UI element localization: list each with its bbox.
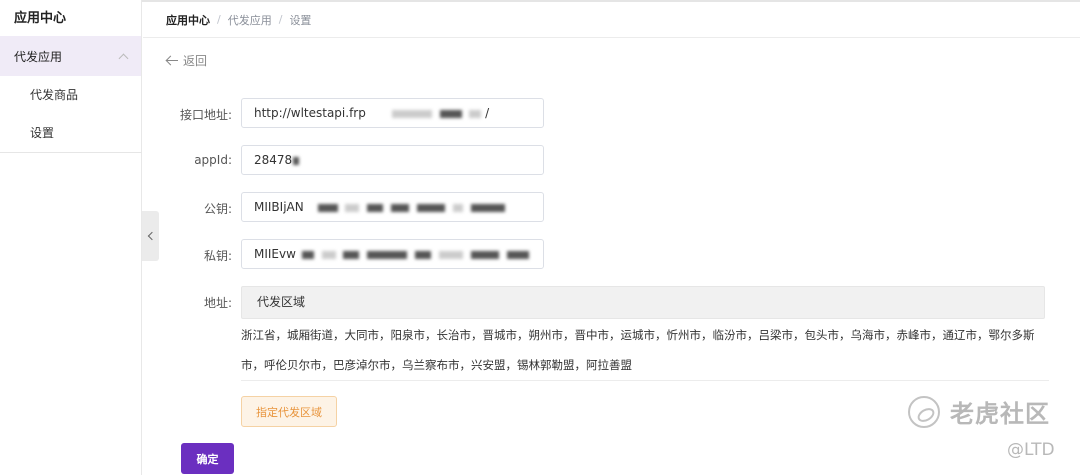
chevron-left-icon (147, 231, 157, 241)
redaction-blur (343, 250, 360, 259)
arrow-left-icon (166, 56, 179, 66)
sidebar: 应用中心 代发应用 代发商品 设置 (0, 0, 142, 475)
assign-region-button[interactable]: 指定代发区域 (241, 396, 337, 427)
sidebar-divider (0, 152, 142, 153)
region-list: 浙江省，城厢街道，大同市，阳泉市，长治市，晋城市，朔州市，晋中市，运城市，忻州市… (241, 328, 1035, 372)
address-label: 地址: (203, 296, 232, 310)
watermark-sub: @LTD (1007, 440, 1055, 460)
redaction-blur (391, 109, 432, 118)
redaction-blur (452, 203, 463, 212)
redaction-blur (438, 250, 463, 259)
public-key-input[interactable]: MIIBIjAN (241, 192, 544, 222)
redaction-blur (469, 109, 482, 118)
app-id-value: 28478 (254, 153, 293, 167)
redaction-blur (470, 250, 499, 259)
redaction-blur (293, 156, 300, 165)
redaction-blur (415, 250, 432, 259)
private-key-label: 私钥: (203, 249, 232, 263)
sidebar-group-label: 代发应用 (14, 49, 63, 64)
breadcrumb-item-daifa[interactable]: 代发应用 (228, 12, 272, 28)
redaction-blur (367, 203, 384, 212)
api-url-label: 接口地址: (179, 108, 232, 122)
redaction-blur (506, 250, 529, 259)
tiger-logo-icon (908, 395, 940, 428)
sidebar-item-products[interactable]: 代发商品 (0, 76, 141, 114)
sidebar-item-settings[interactable]: 设置 (0, 114, 141, 152)
public-key-label: 公钥: (203, 202, 232, 216)
public-key-value: MIIBIjAN (254, 200, 304, 214)
breadcrumb-root[interactable]: 应用中心 (166, 12, 210, 28)
breadcrumb-separator: / (217, 13, 221, 26)
breadcrumb-item-settings: 设置 (289, 13, 312, 27)
redaction-blur (321, 250, 336, 259)
api-url-input[interactable]: http://wltestapi.frp / (241, 98, 544, 128)
sidebar-title: 应用中心 (14, 11, 67, 26)
breadcrumb: 应用中心 / 代发应用 / 设置 (143, 2, 1080, 38)
redaction-blur (391, 203, 410, 212)
app-id-input[interactable]: 28478 (241, 145, 544, 175)
private-key-input[interactable]: MIIEvw (241, 239, 544, 269)
redaction-blur (470, 203, 505, 212)
redaction-blur (301, 250, 314, 259)
api-url-suffix: / (485, 106, 490, 120)
redaction-blur (439, 109, 462, 118)
sidebar-collapse-button[interactable] (142, 211, 159, 261)
chevron-up-icon (118, 53, 129, 63)
watermark-text: 老虎社区 (950, 400, 1050, 428)
region-title-box: 代发区域 (241, 286, 1045, 319)
confirm-button[interactable]: 确定 (181, 443, 234, 474)
back-link[interactable]: 返回 (166, 52, 207, 69)
region-divider (241, 380, 1049, 381)
sidebar-group-daifa[interactable]: 代发应用 (0, 36, 141, 76)
redaction-blur (345, 203, 360, 212)
private-key-value: MIIEvw (254, 247, 296, 261)
redaction-blur (317, 203, 338, 212)
app-id-label: appId: (194, 153, 232, 167)
api-url-value: http://wltestapi.frp (254, 106, 366, 120)
back-label: 返回 (183, 54, 208, 68)
watermark: 老虎社区 (908, 394, 1050, 429)
redaction-blur (416, 203, 445, 212)
redaction-blur (367, 250, 408, 259)
breadcrumb-separator: / (278, 13, 283, 26)
